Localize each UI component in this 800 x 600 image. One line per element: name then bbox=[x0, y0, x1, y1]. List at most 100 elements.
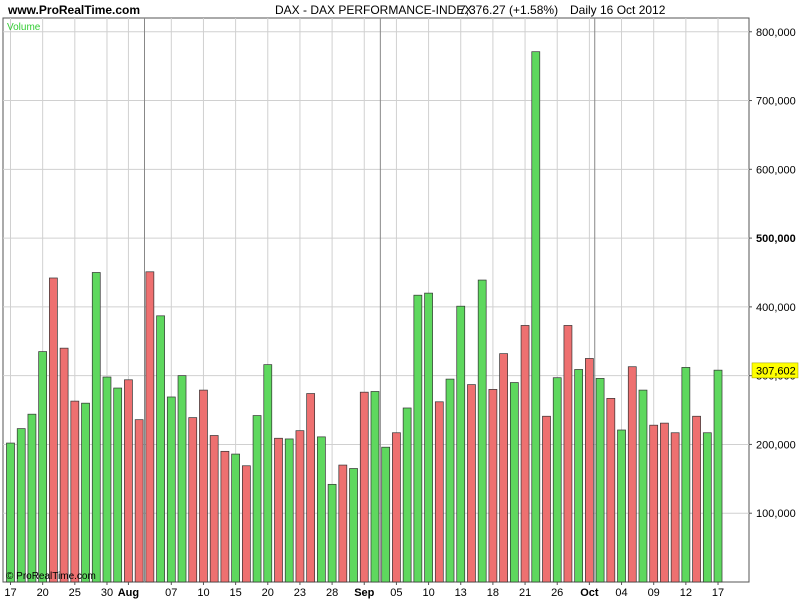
x-tick-label: 28 bbox=[326, 587, 338, 599]
volume-bar bbox=[595, 378, 605, 583]
y-tick-label: 100,000 bbox=[756, 508, 796, 520]
volume-bar bbox=[6, 442, 15, 583]
volume-bar bbox=[499, 353, 508, 583]
volume-bar bbox=[306, 393, 316, 583]
volume-bar bbox=[520, 325, 530, 583]
x-tick-label: 30 bbox=[101, 587, 113, 599]
volume-bar bbox=[263, 364, 273, 583]
x-tick-label: Sep bbox=[354, 587, 374, 599]
y-tick-label: 700,000 bbox=[756, 96, 796, 108]
volume-bar bbox=[702, 432, 712, 583]
volume-bar bbox=[445, 378, 455, 583]
x-tick-label: 09 bbox=[648, 587, 660, 599]
volume-bar bbox=[241, 465, 251, 583]
volume-bar bbox=[413, 294, 423, 583]
volume-bar bbox=[467, 384, 476, 583]
volume-bar bbox=[542, 415, 551, 583]
volume-bar bbox=[199, 389, 208, 583]
x-tick-label: 23 bbox=[294, 587, 306, 599]
volume-bar bbox=[317, 436, 326, 583]
x-tick-label: 26 bbox=[551, 587, 563, 599]
volume-bar bbox=[16, 428, 26, 583]
x-tick-label: 12 bbox=[680, 587, 692, 599]
x-tick-label: 04 bbox=[615, 587, 627, 599]
volume-bar bbox=[585, 358, 594, 583]
volume-bar bbox=[284, 438, 294, 583]
volume-bar bbox=[27, 413, 37, 583]
volume-bar bbox=[70, 400, 80, 583]
volume-bar bbox=[563, 325, 573, 583]
volume-bar bbox=[349, 468, 358, 583]
volume-bar bbox=[381, 446, 391, 583]
volume-bar bbox=[713, 369, 723, 583]
volume-bar bbox=[638, 389, 648, 583]
copyright: © ProRealTime.com bbox=[6, 571, 96, 582]
volume-bar bbox=[327, 483, 337, 583]
volume-bar bbox=[670, 432, 680, 583]
volume-bar bbox=[177, 375, 187, 583]
y-tick-label: 800,000 bbox=[756, 27, 796, 39]
site-name[interactable]: www.ProRealTime.com bbox=[7, 3, 140, 17]
volume-bar bbox=[424, 292, 433, 583]
volume-bar bbox=[91, 272, 101, 583]
y-tick-label: 500,000 bbox=[756, 233, 796, 245]
volume-bar bbox=[627, 366, 637, 583]
x-tick-label: 15 bbox=[229, 587, 241, 599]
x-tick-label: Oct bbox=[580, 587, 599, 599]
volume-bar bbox=[145, 271, 155, 583]
x-tick-label: 18 bbox=[487, 587, 499, 599]
x-axis: 17 20 25 30 Aug 07 10 15 20 23 28 Sep 05 10 13 18 21 26 Oc… bbox=[4, 582, 724, 599]
x-tick-label: 07 bbox=[165, 587, 177, 599]
volume-bar bbox=[681, 367, 691, 583]
volume-chart: www.ProRealTime.com DAX - DAX PERFORMANC… bbox=[2, 3, 799, 599]
x-tick-label: Aug bbox=[118, 587, 139, 599]
volume-bar bbox=[338, 464, 348, 583]
volume-bar bbox=[574, 369, 584, 583]
volume-bar bbox=[49, 277, 58, 583]
quote-value: 7,376.27 (+1.58%) bbox=[459, 3, 558, 17]
x-tick-label: 10 bbox=[422, 587, 434, 599]
x-tick-label: 20 bbox=[37, 587, 49, 599]
volume-bar bbox=[134, 419, 144, 583]
volume-bar bbox=[220, 450, 230, 583]
x-tick-label: 17 bbox=[712, 587, 724, 599]
y-tick-label: 600,000 bbox=[756, 164, 796, 176]
volume-bar bbox=[156, 315, 165, 583]
volume-bar bbox=[113, 387, 123, 583]
volume-bar bbox=[188, 417, 198, 583]
x-tick-label: 17 bbox=[4, 587, 16, 599]
volume-bar bbox=[166, 396, 176, 583]
volume-bar bbox=[231, 453, 240, 583]
volume-bar bbox=[359, 391, 369, 583]
volume-bar bbox=[274, 437, 283, 583]
volume-bar bbox=[392, 432, 401, 583]
series-label: Volume bbox=[7, 22, 41, 33]
volume-bar bbox=[402, 407, 412, 583]
volume-bar bbox=[59, 347, 69, 583]
volume-bar bbox=[434, 401, 444, 583]
volume-bar bbox=[488, 389, 498, 583]
x-tick-label: 20 bbox=[262, 587, 274, 599]
volume-bar bbox=[370, 391, 380, 583]
volume-bar bbox=[209, 435, 219, 583]
y-tick-label: 400,000 bbox=[756, 302, 796, 314]
volume-bar bbox=[509, 382, 519, 583]
volume-bar bbox=[649, 424, 659, 583]
volume-bar bbox=[660, 422, 669, 583]
volume-bar bbox=[692, 415, 701, 583]
x-tick-label: 05 bbox=[390, 587, 402, 599]
period-label: Daily 16 Oct 2012 bbox=[570, 3, 666, 17]
volume-bar bbox=[252, 415, 262, 583]
volume-bar bbox=[456, 305, 466, 583]
volume-bar bbox=[81, 402, 90, 583]
x-tick-label: 13 bbox=[455, 587, 467, 599]
volume-bar bbox=[617, 429, 626, 583]
volume-bar bbox=[477, 279, 487, 583]
volume-bar bbox=[102, 376, 112, 583]
x-tick-label: 25 bbox=[69, 587, 81, 599]
volume-bar bbox=[38, 351, 48, 583]
volume-bar bbox=[531, 51, 541, 583]
instrument-title: DAX - DAX PERFORMANCE-INDEX bbox=[275, 3, 472, 17]
volume-bar bbox=[552, 377, 562, 583]
volume-bar bbox=[124, 379, 133, 583]
